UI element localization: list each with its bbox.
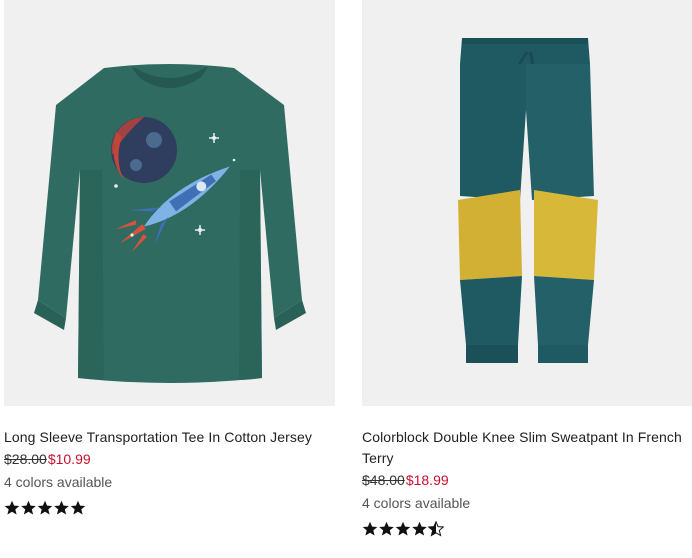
star-icon: [412, 521, 427, 536]
product-image-sweatpant[interactable]: [362, 0, 692, 406]
star-icon: [37, 500, 53, 515]
original-price: $48.00: [362, 472, 405, 488]
sweatpant-illustration: [458, 38, 598, 363]
sale-price: $18.99: [405, 472, 449, 488]
star-icon: [54, 500, 69, 515]
star-icon: [379, 521, 394, 536]
star-icon: [4, 500, 20, 515]
product-price: $48.00$18.99: [362, 469, 692, 491]
star-icon: [70, 500, 86, 515]
product-card-sweatpant[interactable]: Colorblock Double Knee Slim Sweatpant In…: [362, 0, 692, 538]
tee-illustration: [34, 64, 306, 383]
star-rating: [362, 520, 692, 538]
product-price: $28.00$10.99: [4, 448, 335, 470]
product-title[interactable]: Long Sleeve Transportation Tee In Cotton…: [4, 427, 335, 448]
colors-available[interactable]: 4 colors available: [4, 471, 335, 493]
original-price: $28.00: [4, 451, 47, 467]
product-title[interactable]: Colorblock Double Knee Slim Sweatpant In…: [362, 427, 692, 469]
star-icon: [21, 500, 36, 515]
half-star-icon: [427, 521, 444, 537]
product-image-tee[interactable]: [4, 0, 335, 406]
star-icon: [395, 521, 411, 536]
star-icon: [362, 521, 378, 536]
sale-price: $10.99: [47, 451, 91, 467]
product-card-tee[interactable]: Long Sleeve Transportation Tee In Cotton…: [4, 0, 335, 517]
star-rating: [4, 499, 335, 517]
colors-available[interactable]: 4 colors available: [362, 492, 692, 514]
